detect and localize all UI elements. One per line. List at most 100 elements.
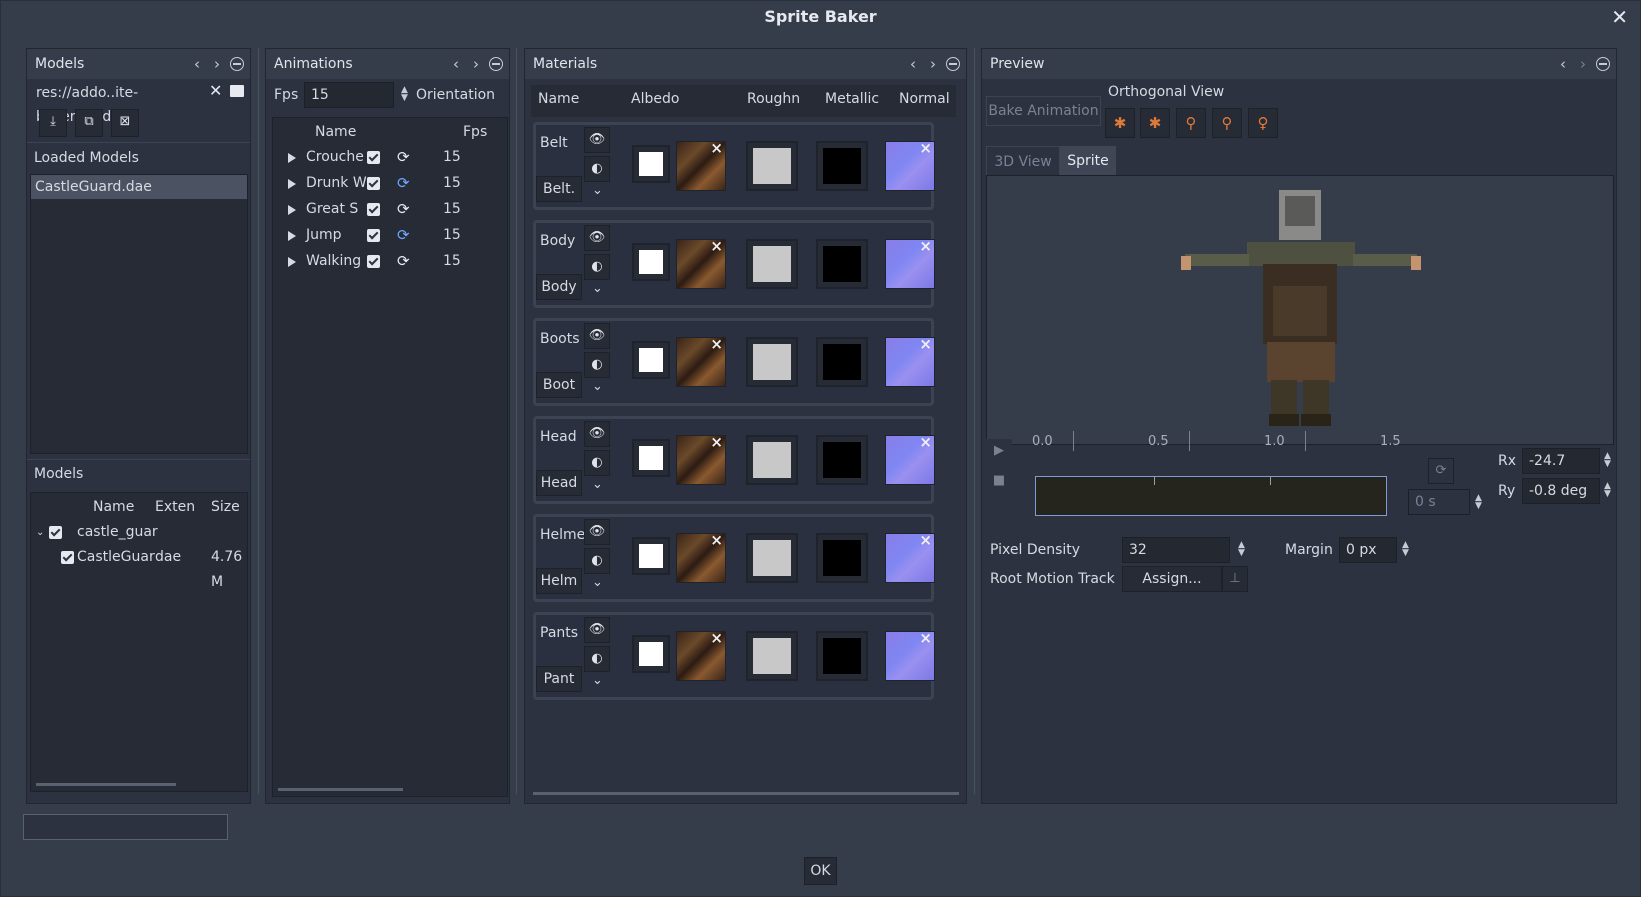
ok-button[interactable]: OK: [804, 857, 837, 885]
material-short-button[interactable]: Body: [536, 274, 582, 300]
albedo-texture[interactable]: ×: [676, 139, 726, 191]
timeline-track[interactable]: [1035, 476, 1387, 516]
material-short-button[interactable]: Pant: [536, 666, 582, 692]
minus-circle-icon[interactable]: [1596, 49, 1610, 79]
chevron-right-icon[interactable]: ›: [469, 49, 483, 79]
view-right-icon[interactable]: ⚲: [1212, 108, 1242, 138]
ry-spinner[interactable]: ▲ ▼: [1604, 482, 1611, 499]
loop-icon[interactable]: ⟳: [397, 197, 410, 222]
albedo-texture[interactable]: ×: [676, 433, 726, 485]
expand-arrow-icon[interactable]: [288, 231, 296, 241]
loop-icon[interactable]: ⟳: [397, 223, 410, 248]
albedo-texture[interactable]: ×: [676, 237, 726, 289]
file-checkbox[interactable]: [61, 551, 74, 564]
albedo-texture[interactable]: ×: [676, 629, 726, 681]
chevron-down-icon[interactable]: ⌄: [592, 183, 603, 198]
albedo-color-swatch[interactable]: [632, 341, 670, 379]
normal-texture[interactable]: ×: [885, 629, 935, 681]
roughness-swatch[interactable]: [746, 631, 798, 681]
animation-fps[interactable]: 15: [443, 223, 461, 248]
metallic-swatch[interactable]: [816, 435, 868, 485]
chevron-left-icon[interactable]: ‹: [1556, 49, 1570, 79]
remove-texture-icon[interactable]: ×: [919, 139, 932, 157]
expand-arrow-icon[interactable]: [288, 205, 296, 215]
shade-icon[interactable]: ◐: [584, 156, 610, 182]
view-back-icon[interactable]: ✱: [1140, 108, 1170, 138]
eye-icon[interactable]: 👁: [584, 225, 610, 251]
remove-texture-icon[interactable]: ×: [710, 433, 723, 451]
pixel-density-input[interactable]: 32: [1122, 537, 1230, 563]
material-short-button[interactable]: Head: [536, 470, 582, 496]
chevron-left-icon[interactable]: ‹: [906, 49, 920, 79]
folder-icon[interactable]: [230, 85, 244, 97]
shade-icon[interactable]: ◐: [584, 548, 610, 574]
animation-checkbox[interactable]: [367, 255, 380, 268]
chevron-right-icon[interactable]: ›: [926, 49, 940, 79]
remove-texture-icon[interactable]: ×: [710, 139, 723, 157]
table-row[interactable]: Great S ⟳ 15: [273, 197, 507, 222]
normal-texture[interactable]: ×: [885, 335, 935, 387]
assign-button[interactable]: Assign...: [1122, 566, 1222, 592]
remove-texture-icon[interactable]: ×: [710, 629, 723, 647]
rx-spinner[interactable]: ▲ ▼: [1604, 452, 1611, 469]
metallic-swatch[interactable]: [816, 141, 868, 191]
metallic-swatch[interactable]: [816, 631, 868, 681]
scrollbar[interactable]: [36, 783, 176, 786]
expand-arrow-icon[interactable]: [288, 179, 296, 189]
albedo-color-swatch[interactable]: [632, 145, 670, 183]
chevron-right-icon[interactable]: ›: [210, 49, 224, 79]
animation-checkbox[interactable]: [367, 151, 380, 164]
bake-animation-button[interactable]: Bake Animation: [986, 96, 1101, 126]
animation-checkbox[interactable]: [367, 203, 380, 216]
chevron-down-icon[interactable]: ⌄: [592, 477, 603, 492]
chevron-left-icon[interactable]: ‹: [449, 49, 463, 79]
rx-input[interactable]: -24.7 deg: [1522, 448, 1600, 493]
roughness-swatch[interactable]: [746, 239, 798, 289]
remove-texture-icon[interactable]: ×: [710, 531, 723, 549]
shade-icon[interactable]: ◐: [584, 450, 610, 476]
view-left-icon[interactable]: ⚲: [1176, 108, 1206, 138]
eye-icon[interactable]: 👁: [584, 617, 610, 643]
ry-input[interactable]: -0.8 deg: [1522, 478, 1600, 504]
animation-fps[interactable]: 15: [443, 145, 461, 170]
loop-icon[interactable]: ⟳: [397, 249, 410, 274]
time-input[interactable]: 0 s: [1408, 489, 1470, 515]
table-row[interactable]: Jump ⟳ 15: [273, 223, 507, 248]
table-row[interactable]: ⌄ castle_guar: [31, 520, 247, 545]
animation-fps[interactable]: 15: [443, 197, 461, 222]
loop-icon[interactable]: ⟳: [397, 171, 410, 196]
list-item[interactable]: CastleGuard.dae: [31, 175, 247, 199]
animation-checkbox[interactable]: [367, 229, 380, 242]
animation-fps[interactable]: 15: [443, 249, 461, 274]
remove-texture-icon[interactable]: ×: [919, 237, 932, 255]
eye-icon[interactable]: 👁: [584, 421, 610, 447]
view-front-icon[interactable]: ✱: [1105, 108, 1135, 138]
expand-arrow-icon[interactable]: [288, 153, 296, 163]
table-row[interactable]: Crouche ⟳ 15: [273, 145, 507, 170]
material-short-button[interactable]: Belt.: [536, 176, 582, 202]
remove-model-button[interactable]: ⊠: [111, 109, 139, 137]
metallic-swatch[interactable]: [816, 239, 868, 289]
shade-icon[interactable]: ◐: [584, 352, 610, 378]
remove-texture-icon[interactable]: ×: [710, 237, 723, 255]
chevron-down-icon[interactable]: ⌄: [36, 520, 44, 545]
remove-texture-icon[interactable]: ×: [919, 335, 932, 353]
chevron-down-icon[interactable]: ⌄: [592, 575, 603, 590]
eye-icon[interactable]: 👁: [584, 519, 610, 545]
albedo-texture[interactable]: ×: [676, 335, 726, 387]
chevron-down-icon[interactable]: ⌄: [592, 379, 603, 394]
shade-icon[interactable]: ◐: [584, 254, 610, 280]
normal-texture[interactable]: ×: [885, 237, 935, 289]
albedo-color-swatch[interactable]: [632, 537, 670, 575]
pixel-density-spinner[interactable]: ▲ ▼: [1238, 541, 1245, 558]
minus-circle-icon[interactable]: [489, 49, 503, 79]
metallic-swatch[interactable]: [816, 337, 868, 387]
eye-icon[interactable]: 👁: [584, 323, 610, 349]
table-row[interactable]: Walking ⟳ 15: [273, 249, 507, 274]
view-top-icon[interactable]: ♀: [1248, 108, 1278, 138]
chevron-down-icon[interactable]: ⌄: [592, 281, 603, 296]
fps-input[interactable]: 15: [304, 82, 394, 108]
roughness-swatch[interactable]: [746, 337, 798, 387]
scrollbar[interactable]: [278, 788, 403, 791]
albedo-texture[interactable]: ×: [676, 531, 726, 583]
